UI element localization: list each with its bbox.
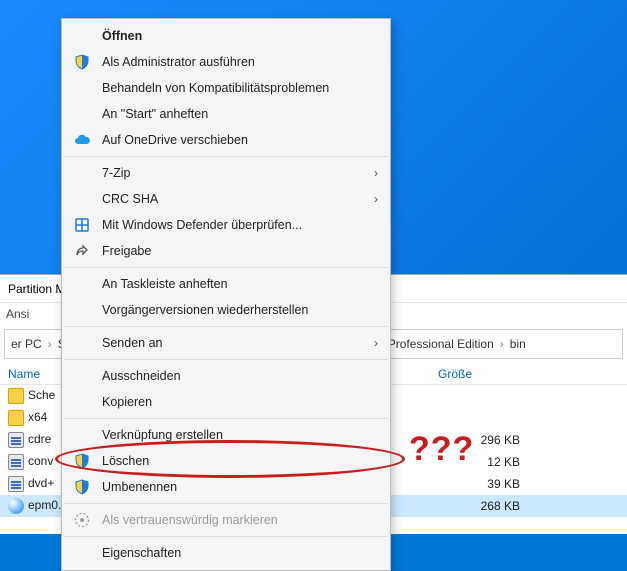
context-menu: Öffnen Als Administrator ausführen Behan…	[61, 18, 391, 571]
chevron-right-icon: ›	[48, 337, 52, 351]
menu-onedrive[interactable]: Auf OneDrive verschieben	[62, 127, 390, 153]
blank-icon	[72, 333, 92, 353]
menu-cut[interactable]: Ausschneiden	[62, 363, 390, 389]
menu-separator	[64, 326, 388, 327]
application-icon	[8, 454, 24, 470]
blank-icon	[72, 26, 92, 46]
chevron-right-icon: ›	[374, 192, 378, 206]
application-icon	[8, 498, 24, 514]
menu-separator	[64, 359, 388, 360]
menu-separator	[64, 156, 388, 157]
menu-open[interactable]: Öffnen	[62, 23, 390, 49]
menu-share[interactable]: Freigabe	[62, 238, 390, 264]
blank-icon	[72, 300, 92, 320]
menu-run-as-admin[interactable]: Als Administrator ausführen	[62, 49, 390, 75]
menu-crc-sha[interactable]: CRC SHA ›	[62, 186, 390, 212]
blank-icon	[72, 78, 92, 98]
application-icon	[8, 476, 24, 492]
menu-separator	[64, 503, 388, 504]
share-icon	[72, 241, 92, 261]
shield-icon	[72, 477, 92, 497]
application-icon	[8, 432, 24, 448]
breadcrumb-seg[interactable]: bin	[510, 337, 526, 351]
col-size[interactable]: Größe	[438, 367, 528, 381]
file-size-cell: 39 KB	[438, 477, 528, 491]
file-size-cell: 296 KB	[438, 433, 528, 447]
menu-create-shortcut[interactable]: Verknüpfung erstellen	[62, 422, 390, 448]
menu-defender[interactable]: Mit Windows Defender überprüfen...	[62, 212, 390, 238]
blank-icon	[72, 274, 92, 294]
menu-view-truncated[interactable]: Ansi	[6, 307, 29, 321]
blank-icon	[72, 104, 92, 124]
menu-separator	[64, 418, 388, 419]
menu-separator	[64, 536, 388, 537]
menu-compatibility[interactable]: Behandeln von Kompatibilitätsproblemen	[62, 75, 390, 101]
blank-icon	[72, 366, 92, 386]
cloud-icon	[72, 130, 92, 150]
menu-pin-taskbar[interactable]: An Taskleiste anheften	[62, 271, 390, 297]
blank-icon	[72, 425, 92, 445]
folder-icon	[8, 410, 24, 426]
blank-icon	[72, 392, 92, 412]
menu-separator	[64, 267, 388, 268]
blank-icon	[72, 163, 92, 183]
menu-pin-start[interactable]: An "Start" anheften	[62, 101, 390, 127]
menu-send-to[interactable]: Senden an ›	[62, 330, 390, 356]
chevron-right-icon: ›	[500, 337, 504, 351]
menu-mark-trusted[interactable]: Als vertrauenswürdig markieren	[62, 507, 390, 533]
folder-icon	[8, 388, 24, 404]
shield-icon	[72, 451, 92, 471]
trust-icon	[72, 510, 92, 530]
menu-properties[interactable]: Eigenschaften	[62, 540, 390, 566]
menu-7zip[interactable]: 7-Zip ›	[62, 160, 390, 186]
file-size-cell: 12 KB	[438, 455, 528, 469]
shield-icon	[72, 52, 92, 72]
menu-rename[interactable]: Umbenennen	[62, 474, 390, 500]
menu-copy[interactable]: Kopieren	[62, 389, 390, 415]
file-size-cell: 268 KB	[438, 499, 528, 513]
chevron-right-icon: ›	[374, 166, 378, 180]
menu-previous-versions[interactable]: Vorgängerversionen wiederherstellen	[62, 297, 390, 323]
blank-icon	[72, 189, 92, 209]
defender-icon	[72, 215, 92, 235]
chevron-right-icon: ›	[374, 336, 378, 350]
blank-icon	[72, 543, 92, 563]
breadcrumb-seg[interactable]: er PC	[11, 337, 42, 351]
menu-delete[interactable]: Löschen	[62, 448, 390, 474]
